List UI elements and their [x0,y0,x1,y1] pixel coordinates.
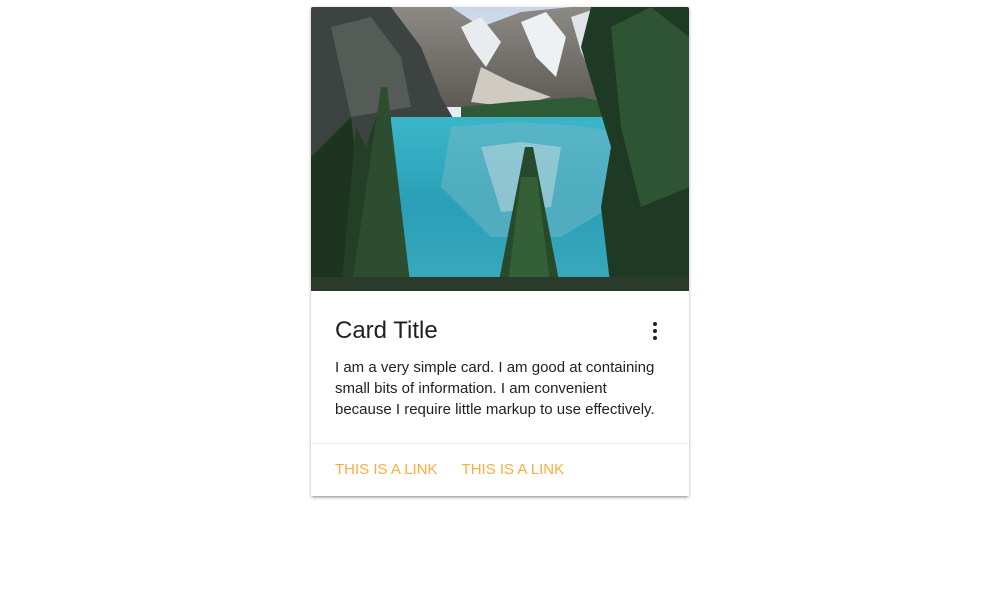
more-dot [653,329,657,333]
card-link-2[interactable]: THIS IS A LINK [462,460,565,480]
card: Card Title I am a very simple card. I am… [311,7,689,496]
card-action: THIS IS A LINK THIS IS A LINK [311,443,689,496]
card-image [311,7,689,291]
more-dot [653,336,657,340]
card-text: I am a very simple card. I am good at co… [335,359,655,418]
card-link-1[interactable]: THIS IS A LINK [335,460,438,480]
more-vert-icon[interactable] [647,319,663,343]
card-title: Card Title [335,317,438,344]
card-content: Card Title I am a very simple card. I am… [311,291,689,443]
more-dot [653,322,657,326]
